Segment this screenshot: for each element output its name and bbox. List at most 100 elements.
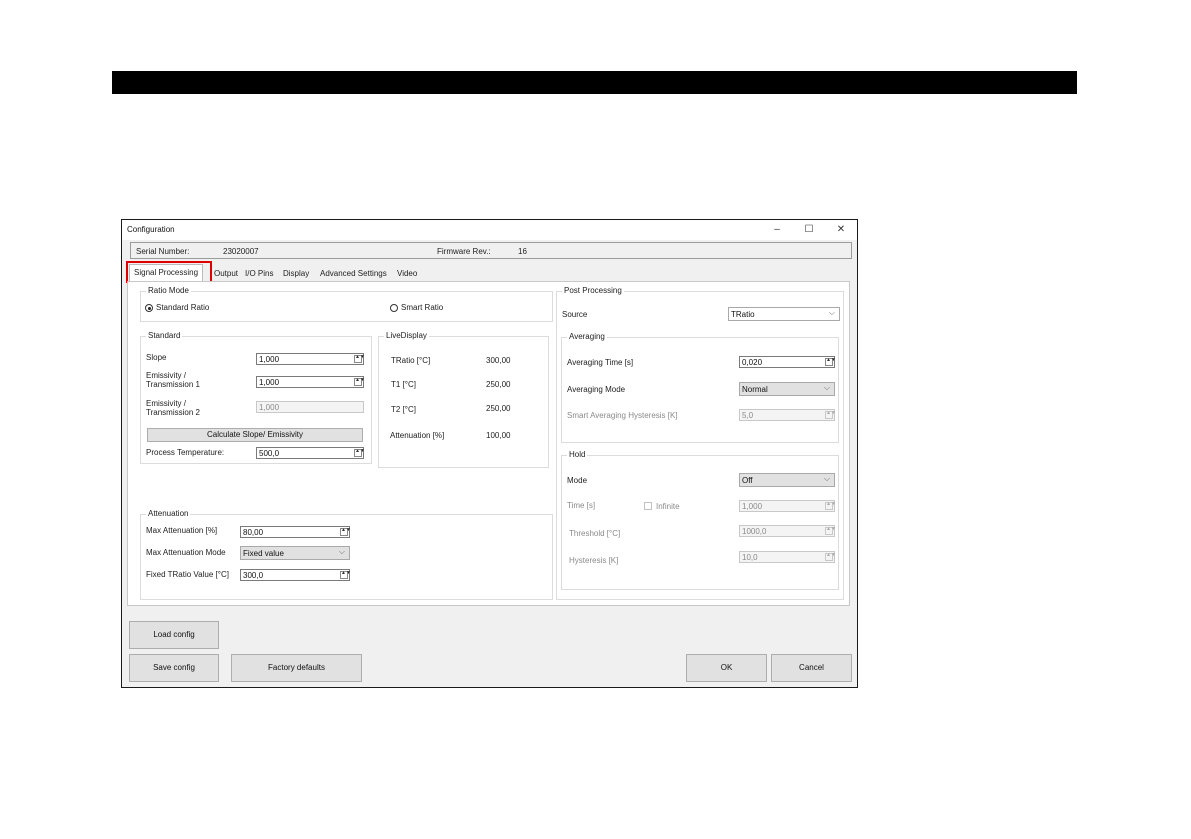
emissivity1-value: 1,000 bbox=[259, 378, 280, 387]
smart-averaging-hysteresis-label: Smart Averaging Hysteresis [K] bbox=[567, 411, 678, 420]
load-config-button[interactable]: Load config bbox=[129, 621, 219, 649]
slope-field[interactable]: 1,000 ▲▼ bbox=[256, 353, 365, 365]
hold-group: Hold Mode Off ⌵ Time [s] Infinite 1,000 … bbox=[561, 450, 839, 590]
close-icon[interactable]: ✕ bbox=[833, 223, 849, 237]
hold-time-label: Time [s] bbox=[567, 501, 596, 510]
attenuation-title: Attenuation bbox=[146, 509, 191, 518]
live-t2-label: T2 [°C] bbox=[391, 405, 416, 414]
serial-number-label: Serial Number: bbox=[136, 247, 190, 256]
maximize-icon[interactable]: ☐ bbox=[801, 223, 817, 237]
averaging-title: Averaging bbox=[567, 332, 607, 341]
emissivity1-label-line1: Emissivity / bbox=[146, 371, 186, 380]
emissivity1-field[interactable]: 1,000 ▲▼ bbox=[256, 376, 365, 388]
live-tratio-value: 300,00 bbox=[486, 356, 511, 365]
smart-ratio-radio[interactable] bbox=[390, 304, 398, 312]
averaging-mode-value: Normal bbox=[742, 385, 768, 394]
live-t1-value: 250,00 bbox=[486, 380, 511, 389]
chevron-down-icon: ⌵ bbox=[823, 383, 830, 392]
max-attenuation-label: Max Attenuation [%] bbox=[146, 526, 218, 535]
live-display-group: LiveDisplay TRatio [°C] 300,00 T1 [°C] 2… bbox=[378, 331, 549, 468]
hold-hysteresis-label: Hysteresis [K] bbox=[569, 556, 619, 565]
spin-icon[interactable]: ▲▼ bbox=[354, 378, 365, 386]
hold-mode-label: Mode bbox=[567, 476, 588, 485]
infinite-checkbox[interactable] bbox=[644, 502, 652, 510]
spin-icon[interactable]: ▲▼ bbox=[825, 502, 836, 510]
factory-defaults-button[interactable]: Factory defaults bbox=[231, 654, 362, 682]
source-value: TRatio bbox=[731, 310, 755, 319]
process-temperature-value: 500,0 bbox=[259, 449, 280, 458]
smart-averaging-hysteresis-value: 5,0 bbox=[742, 411, 754, 420]
tab-video[interactable]: Video bbox=[395, 267, 419, 281]
spin-icon[interactable]: ▲▼ bbox=[354, 355, 365, 363]
spin-icon[interactable]: ▲▼ bbox=[825, 527, 836, 535]
source-label: Source bbox=[562, 310, 588, 319]
serial-number-value: 23020007 bbox=[223, 247, 259, 256]
ratio-mode-group: Ratio Mode Standard Ratio Smart Ratio bbox=[140, 286, 553, 322]
max-attenuation-field[interactable]: 80,00 ▲▼ bbox=[240, 526, 351, 538]
slope-value: 1,000 bbox=[259, 355, 280, 364]
averaging-time-label: Averaging Time [s] bbox=[567, 358, 634, 367]
hold-time-field[interactable]: 1,000 ▲▼ bbox=[739, 500, 836, 512]
emissivity2-value: 1,000 bbox=[259, 403, 280, 412]
max-attenuation-mode-select[interactable]: Fixed value ⌵ bbox=[240, 546, 350, 560]
tab-highlight-box bbox=[126, 261, 212, 283]
smart-averaging-hysteresis-field[interactable]: 5,0 ▲▼ bbox=[739, 409, 836, 421]
post-processing-group: Post Processing Source TRatio ⌵ Averagin… bbox=[556, 286, 844, 600]
firmware-label: Firmware Rev.: bbox=[437, 247, 491, 256]
emissivity2-label-line1: Emissivity / bbox=[146, 399, 186, 408]
signal-processing-page: Ratio Mode Standard Ratio Smart Ratio St… bbox=[127, 281, 850, 606]
live-tratio-label: TRatio [°C] bbox=[391, 356, 431, 365]
spin-icon[interactable]: ▲▼ bbox=[825, 358, 836, 366]
averaging-group: Averaging Averaging Time [s] 0,020 ▲▼ Av… bbox=[561, 332, 839, 443]
window-title: Configuration bbox=[127, 225, 175, 234]
max-attenuation-mode-value: Fixed value bbox=[243, 549, 284, 558]
attenuation-group: Attenuation Max Attenuation [%] 80,00 ▲▼… bbox=[140, 509, 553, 600]
tab-io-pins[interactable]: I/O Pins bbox=[243, 267, 275, 281]
standard-ratio-label: Standard Ratio bbox=[156, 303, 210, 312]
max-attenuation-mode-label: Max Attenuation Mode bbox=[146, 548, 226, 557]
threshold-label: Threshold [°C] bbox=[569, 529, 621, 538]
firmware-value: 16 bbox=[518, 247, 527, 256]
live-display-title: LiveDisplay bbox=[384, 331, 429, 340]
standard-ratio-radio[interactable] bbox=[145, 304, 153, 312]
tab-advanced-settings[interactable]: Advanced Settings bbox=[318, 267, 389, 281]
ok-button[interactable]: OK bbox=[686, 654, 767, 682]
save-config-button[interactable]: Save config bbox=[129, 654, 219, 682]
live-attenuation-label: Attenuation [%] bbox=[390, 431, 445, 440]
hold-mode-value: Off bbox=[742, 476, 753, 485]
spin-icon[interactable]: ▲▼ bbox=[825, 411, 836, 419]
spin-icon[interactable]: ▲▼ bbox=[825, 553, 836, 561]
emissivity2-label-line2: Transmission 2 bbox=[146, 408, 200, 417]
title-bar: Configuration – ☐ ✕ bbox=[122, 220, 857, 240]
cancel-button[interactable]: Cancel bbox=[771, 654, 852, 682]
live-t2-value: 250,00 bbox=[486, 404, 511, 413]
averaging-mode-select[interactable]: Normal ⌵ bbox=[739, 382, 835, 396]
source-select[interactable]: TRatio ⌵ bbox=[728, 307, 840, 321]
tab-display[interactable]: Display bbox=[281, 267, 311, 281]
process-temperature-label: Process Temperature: bbox=[146, 448, 225, 457]
post-processing-title: Post Processing bbox=[562, 286, 624, 295]
device-info-bar: Serial Number: 23020007 Firmware Rev.: 1… bbox=[130, 242, 852, 259]
hold-mode-select[interactable]: Off ⌵ bbox=[739, 473, 835, 487]
emissivity2-field[interactable]: 1,000 bbox=[256, 401, 364, 413]
black-header-bar bbox=[112, 71, 1077, 94]
chevron-down-icon: ⌵ bbox=[828, 308, 835, 317]
configuration-window: Configuration – ☐ ✕ Serial Number: 23020… bbox=[121, 219, 858, 688]
spin-icon[interactable]: ▲▼ bbox=[340, 571, 351, 579]
hold-hysteresis-field[interactable]: 10,0 ▲▼ bbox=[739, 551, 836, 563]
live-t1-label: T1 [°C] bbox=[391, 380, 416, 389]
spin-icon[interactable]: ▲▼ bbox=[340, 528, 351, 536]
threshold-field[interactable]: 1000,0 ▲▼ bbox=[739, 525, 836, 537]
tab-output[interactable]: Output bbox=[212, 267, 240, 281]
standard-title: Standard bbox=[146, 331, 183, 340]
slope-label: Slope bbox=[146, 353, 167, 362]
averaging-time-field[interactable]: 0,020 ▲▼ bbox=[739, 356, 836, 368]
calculate-slope-button[interactable]: Calculate Slope/ Emissivity bbox=[147, 428, 363, 442]
minimize-icon[interactable]: – bbox=[769, 223, 785, 237]
spin-icon[interactable]: ▲▼ bbox=[354, 449, 365, 457]
fixed-tratio-field[interactable]: 300,0 ▲▼ bbox=[240, 569, 351, 581]
hold-title: Hold bbox=[567, 450, 588, 459]
process-temperature-field[interactable]: 500,0 ▲▼ bbox=[256, 447, 365, 459]
averaging-mode-label: Averaging Mode bbox=[567, 385, 626, 394]
emissivity1-label-line2: Transmission 1 bbox=[146, 380, 200, 389]
